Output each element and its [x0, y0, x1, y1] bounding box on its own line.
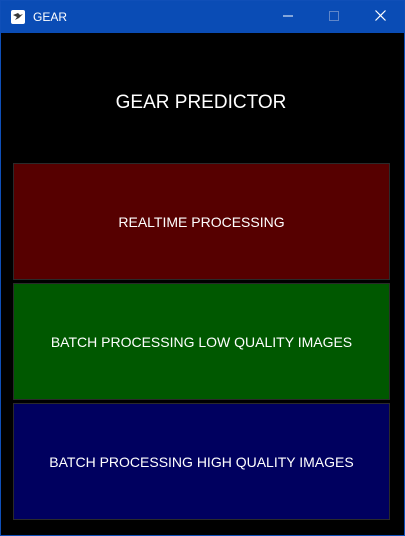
bird-logo-icon — [11, 10, 25, 24]
window-title: GEAR — [33, 10, 68, 24]
realtime-processing-label: REALTIME PROCESSING — [118, 213, 285, 230]
realtime-processing-button[interactable]: REALTIME PROCESSING — [13, 163, 390, 280]
maximize-button[interactable] — [311, 1, 357, 33]
minimize-icon — [283, 8, 293, 26]
batch-low-quality-label: BATCH PROCESSING LOW QUALITY IMAGES — [50, 333, 353, 350]
batch-high-quality-button[interactable]: BATCH PROCESSING HIGH QUALITY IMAGES — [13, 403, 390, 520]
main-content: GEAR PREDICTOR REALTIME PROCESSING BATCH… — [1, 33, 404, 535]
maximize-icon — [329, 8, 339, 26]
app-window: GEAR GEAR PREDICTOR REALTIME PROCESSING … — [0, 0, 405, 536]
batch-low-quality-button[interactable]: BATCH PROCESSING LOW QUALITY IMAGES — [13, 283, 390, 400]
minimize-button[interactable] — [265, 1, 311, 33]
close-icon — [374, 8, 386, 26]
batch-high-quality-label: BATCH PROCESSING HIGH QUALITY IMAGES — [49, 453, 354, 470]
title-bar[interactable]: GEAR — [1, 1, 404, 33]
close-button[interactable] — [357, 1, 403, 33]
page-title: GEAR PREDICTOR — [115, 92, 287, 113]
